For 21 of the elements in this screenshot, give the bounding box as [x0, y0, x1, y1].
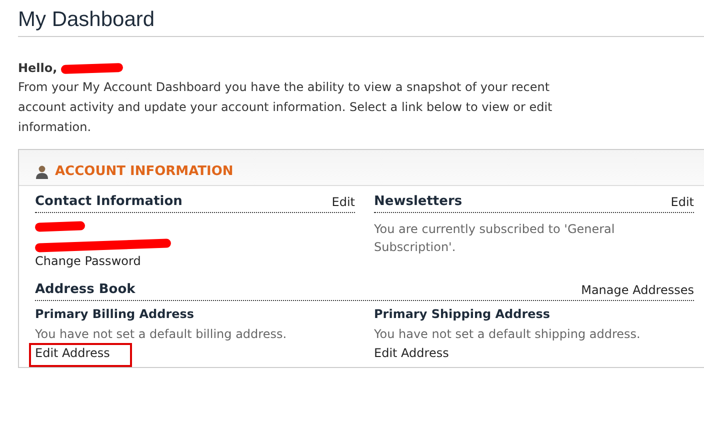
section-heading: Newsletters — [374, 194, 462, 209]
greeting: Hello, — [18, 61, 58, 75]
address-heading: Primary Billing Address — [35, 307, 196, 321]
intro-text: From your My Account Dashboard you have the ability to view a snapshot of your recent account activity and update your account information. Select a link below to view or edit information. — [18, 79, 554, 136]
edit-address-link[interactable]: Edit Address — [29, 343, 132, 367]
edit-address-link[interactable]: Edit Address — [374, 343, 449, 367]
edit-link[interactable]: Edit — [670, 195, 694, 209]
page-title: My Dashboard — [18, 8, 704, 37]
user-icon — [35, 164, 49, 178]
address-note: You have not set a default billing address. — [35, 326, 288, 343]
subscription-text: You are currently subscribed to 'General Subscription'. — [374, 221, 616, 256]
change-password-link[interactable]: Change Password — [35, 254, 355, 268]
panel-title: ACCOUNT INFORMATION — [55, 164, 234, 179]
section-heading: Address Book — [35, 282, 136, 297]
redaction-mark — [61, 62, 124, 74]
section-heading: Contact Information — [35, 194, 182, 209]
address-heading: Primary Shipping Address — [374, 307, 552, 321]
manage-addresses-link[interactable]: Manage Addresses — [581, 283, 694, 297]
edit-link[interactable]: Edit — [332, 195, 355, 209]
address-note: You have not set a default shipping address. — [374, 326, 642, 343]
redaction-mark — [34, 221, 86, 232]
